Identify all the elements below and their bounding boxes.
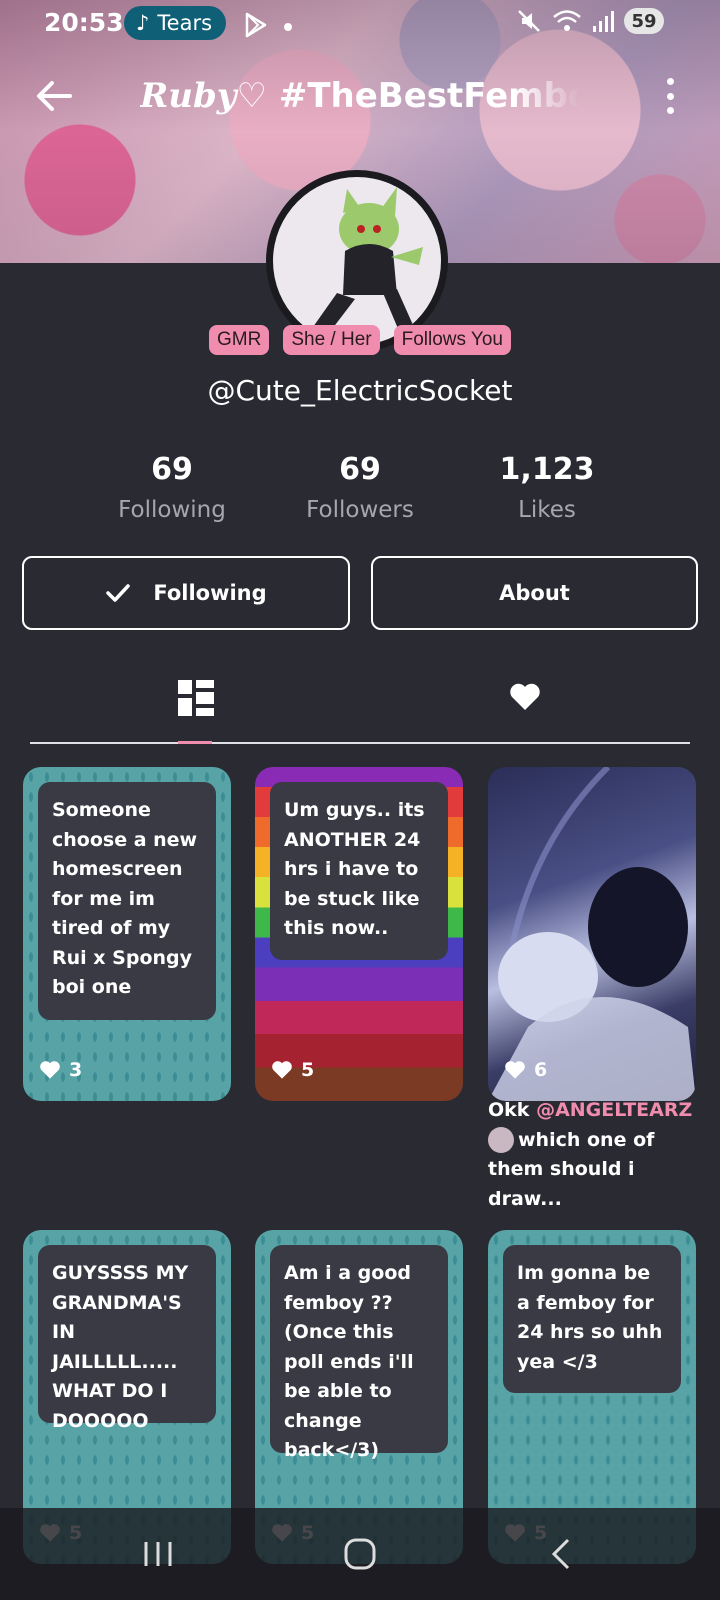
- post-text: GUYSSSS MY GRANDMA'S IN JAILLLLL..... WH…: [38, 1245, 216, 1432]
- heart-icon: [40, 1061, 60, 1079]
- music-label: Tears: [157, 11, 213, 35]
- like-count: 3: [69, 1059, 83, 1081]
- back-nav-icon[interactable]: [550, 1534, 574, 1574]
- post-text: Um guys.. its ANOTHER 24 hrs i have to b…: [270, 782, 448, 960]
- about-button-label: About: [499, 581, 570, 605]
- badge-gmr: GMR: [209, 325, 270, 355]
- music-note-icon: ♪: [136, 11, 150, 35]
- about-button[interactable]: About: [371, 556, 698, 630]
- stat-followers[interactable]: 69 Followers: [260, 452, 460, 523]
- post-likes: 6: [504, 1059, 547, 1081]
- recent-apps-icon[interactable]: [142, 1534, 174, 1574]
- signal-icon: [593, 11, 614, 32]
- post-caption: Okk @ANGELTEARZ which one of them should…: [488, 1096, 708, 1214]
- following-button[interactable]: Following: [22, 556, 350, 630]
- stat-likes[interactable]: 1,123 Likes: [447, 452, 647, 523]
- profile-title: Ruby♡ #TheBestFemboy: [140, 76, 580, 116]
- stat-value: 69: [339, 452, 381, 487]
- like-count: 5: [301, 1059, 315, 1081]
- post-likes: 3: [39, 1059, 82, 1081]
- home-icon[interactable]: [344, 1534, 376, 1574]
- stat-label: Followers: [306, 497, 414, 523]
- clock: 20:53: [44, 8, 124, 37]
- post-text: Am i a good femboy ?? (Once this poll en…: [270, 1245, 448, 1461]
- stat-following[interactable]: 69 Following: [72, 452, 272, 523]
- heart-icon: [505, 1061, 525, 1079]
- back-arrow-icon[interactable]: [34, 76, 74, 116]
- posts-grid-icon[interactable]: [178, 680, 214, 716]
- mention-link[interactable]: @ANGELTEARZ: [536, 1099, 692, 1121]
- content-tabs: [30, 672, 690, 744]
- more-options-icon[interactable]: [664, 78, 676, 114]
- post-card[interactable]: Someone choose a new homescreen for me i…: [23, 767, 231, 1101]
- system-nav-bar: [0, 1508, 720, 1600]
- stat-label: Following: [118, 497, 226, 523]
- post-card[interactable]: 6: [488, 767, 696, 1101]
- stat-value: 1,123: [499, 452, 595, 487]
- stat-value: 69: [151, 452, 193, 487]
- post-text: Someone choose a new homescreen for me i…: [38, 782, 216, 1020]
- badge-row: GMR She / Her Follows You: [0, 325, 720, 355]
- wifi-icon: [553, 10, 581, 31]
- badge-follows-you: Follows You: [393, 325, 511, 355]
- stat-label: Likes: [518, 497, 576, 523]
- play-store-icon: [245, 12, 267, 38]
- checkmark-icon: [106, 584, 131, 602]
- title-script: Ruby♡: [140, 76, 267, 116]
- like-count: 6: [534, 1059, 548, 1081]
- mention-avatar: [488, 1127, 514, 1153]
- liked-heart-icon[interactable]: [509, 682, 541, 712]
- caption-text: Okk: [488, 1099, 530, 1121]
- post-card[interactable]: Um guys.. its ANOTHER 24 hrs i have to b…: [255, 767, 463, 1101]
- notification-dot: [284, 23, 292, 31]
- badge-pronouns: She / Her: [283, 325, 380, 355]
- status-bar: 20:53 ♪ Tears 59: [0, 6, 720, 42]
- title-hashtag: #TheBestFemboy: [278, 76, 580, 116]
- mute-icon: [518, 10, 540, 32]
- post-text: Im gonna be a femboy for 24 hrs so uhh y…: [503, 1245, 681, 1393]
- post-likes: 5: [271, 1059, 314, 1081]
- username: @Cute_ElectricSocket: [207, 374, 513, 407]
- active-tab-indicator: [178, 741, 212, 744]
- profile-header: Ruby♡ #TheBestFemboy: [0, 70, 720, 126]
- music-pill[interactable]: ♪ Tears: [124, 6, 227, 40]
- battery-icon: 59: [624, 8, 664, 34]
- avatar-image: [273, 177, 441, 345]
- post-image: [488, 767, 696, 1101]
- following-button-label: Following: [153, 581, 267, 605]
- heart-icon: [272, 1061, 292, 1079]
